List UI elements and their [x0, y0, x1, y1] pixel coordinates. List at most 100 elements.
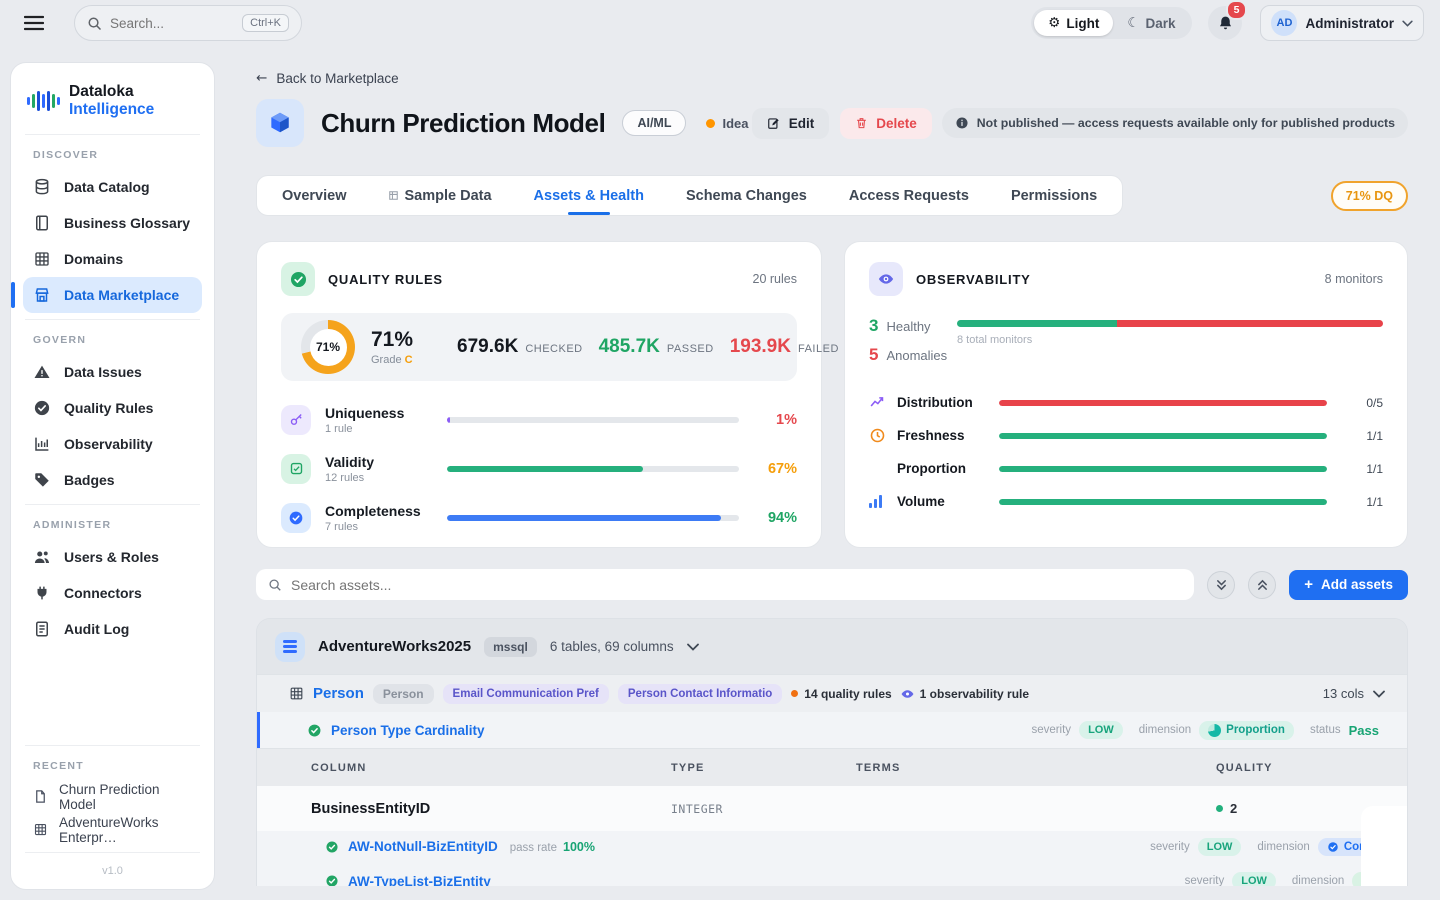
rule-name-link[interactable]: Person Type Cardinality	[331, 723, 485, 738]
dimension-pct: 67%	[757, 461, 797, 477]
sidebar-item-connectors[interactable]: Connectors	[23, 575, 202, 611]
sidebar-item-domains[interactable]: Domains	[23, 241, 202, 277]
column-rule-row[interactable]: AW-NotNull-BizEntityID pass rate 100% se…	[257, 831, 1407, 862]
tab-assets-health[interactable]: Assets & Health	[513, 176, 665, 215]
tab-access-requests[interactable]: Access Requests	[828, 176, 990, 215]
observability-card: OBSERVABILITY 8 monitors 3 Healthy 5 Ano…	[844, 241, 1408, 548]
user-menu[interactable]: AD Administrator	[1260, 5, 1424, 41]
theme-light-button[interactable]: ⚙ Light	[1034, 10, 1113, 36]
recent-item-label: AdventureWorks Enterpr…	[59, 815, 192, 845]
edit-button[interactable]: Edit	[752, 108, 830, 139]
expand-all-button[interactable]	[1207, 571, 1235, 599]
table-rule-row[interactable]: Person Type Cardinality severity LOW dim…	[257, 712, 1407, 748]
back-to-marketplace-link[interactable]: ← Back to Marketplace	[256, 70, 399, 86]
group-summary: 6 tables, 69 columns	[550, 639, 674, 654]
severity-badge: LOW	[1232, 872, 1276, 886]
sidebar-item-label: Domains	[64, 251, 123, 267]
sidebar-item-data-issues[interactable]: Data Issues	[23, 354, 202, 390]
sidebar-item-label: Data Issues	[64, 364, 142, 380]
quality-summary: 71% 71% Grade C 679.6K CHECKED 485.7K PA…	[281, 313, 797, 381]
term-pill[interactable]: Email Communication Pref	[443, 684, 609, 704]
status-dot	[706, 119, 715, 128]
rule-name-link[interactable]: AW-NotNull-BizEntityID	[348, 839, 498, 854]
asset-group-header[interactable]: AdventureWorks2025 mssql 6 tables, 69 co…	[257, 619, 1407, 674]
nav-section-title: ADMINISTER	[23, 515, 202, 539]
delete-button-label: Delete	[876, 116, 917, 131]
orange-dot	[791, 690, 798, 697]
status-value: Pass	[1349, 723, 1379, 738]
nav-section-discover: DISCOVER Data Catalog Business Glossary …	[11, 137, 214, 317]
tab-sample-data[interactable]: Sample Data	[368, 176, 513, 215]
app-logo[interactable]: Dataloka Intelligence	[11, 71, 214, 132]
dq-score-badge: 71% DQ	[1331, 181, 1408, 211]
tab-label: Assets & Health	[534, 188, 644, 204]
tab-label: Permissions	[1011, 188, 1097, 204]
quality-rules-info: 14 quality rules	[791, 687, 891, 701]
chevrons-up-icon	[1257, 579, 1268, 591]
sidebar-item-label: Users & Roles	[64, 549, 159, 565]
severity-badge: LOW	[1198, 838, 1242, 856]
sidebar-item-data-catalog[interactable]: Data Catalog	[23, 169, 202, 205]
monitor-ratio: 1/1	[1353, 429, 1383, 443]
table-name-link[interactable]: Person	[313, 685, 364, 702]
collapse-all-button[interactable]	[1248, 571, 1276, 599]
assets-search[interactable]	[256, 569, 1194, 600]
chevron-down-icon[interactable]	[687, 643, 699, 651]
rule-name-link[interactable]: AW-TypeList-BizEntity	[348, 874, 491, 887]
column-rule-row[interactable]: AW-TypeList-BizEntity severity LOW dimen…	[257, 862, 1407, 886]
dimension-rules: 12 rules	[325, 472, 447, 484]
tab-schema-changes[interactable]: Schema Changes	[665, 176, 828, 215]
recent-item-label: Churn Prediction Model	[59, 782, 192, 812]
observability-rule-info: 1 observability rule	[901, 687, 1029, 701]
tab-overview[interactable]: Overview	[261, 176, 368, 215]
recent-item-adventureworks[interactable]: AdventureWorks Enterpr…	[23, 813, 202, 846]
sidebar: Dataloka Intelligence DISCOVER Data Cata…	[10, 62, 215, 890]
database-icon	[275, 632, 305, 662]
tabs: Overview Sample Data Assets & Health Sch…	[256, 175, 1123, 216]
global-search-input[interactable]	[110, 16, 234, 31]
dq-grade: Grade C	[371, 354, 413, 366]
delete-button[interactable]: Delete	[840, 108, 932, 139]
column-type: INTEGER	[671, 802, 856, 816]
hamburger-menu-button[interactable]	[16, 5, 52, 41]
assets-search-input[interactable]	[291, 577, 1182, 593]
chevron-down-icon[interactable]	[1373, 690, 1385, 698]
edit-button-label: Edit	[789, 116, 815, 131]
warning-triangle-icon	[33, 363, 51, 381]
check-circle-icon	[325, 840, 339, 854]
sidebar-item-data-marketplace[interactable]: Data Marketplace	[23, 277, 202, 313]
trend-icon	[869, 394, 886, 411]
tab-label: Access Requests	[849, 188, 969, 204]
sidebar-item-users-roles[interactable]: Users & Roles	[23, 539, 202, 575]
monitor-name: Freshness	[897, 428, 999, 443]
assets-panel: AdventureWorks2025 mssql 6 tables, 69 co…	[256, 618, 1408, 886]
monitor-ratio: 1/1	[1353, 462, 1383, 476]
book-icon	[33, 214, 51, 232]
sidebar-item-label: Observability	[64, 436, 153, 452]
failed-stat: 193.9K FAILED	[730, 336, 839, 358]
tab-permissions[interactable]: Permissions	[990, 176, 1118, 215]
sidebar-item-quality-rules[interactable]: Quality Rules	[23, 390, 202, 426]
sidebar-item-business-glossary[interactable]: Business Glossary	[23, 205, 202, 241]
column-row-businessentityid[interactable]: BusinessEntityID INTEGER 2	[257, 786, 1407, 831]
notice-text: Not published — access requests availabl…	[977, 116, 1395, 130]
dimension-name: Completeness	[325, 503, 447, 519]
sidebar-item-badges[interactable]: Badges	[23, 462, 202, 498]
global-search[interactable]: Ctrl+K	[74, 5, 302, 41]
dimension-name: Uniqueness	[325, 405, 447, 421]
table-row-person[interactable]: Person Person Email Communication Pref P…	[257, 674, 1407, 712]
recent-item-churn-prediction-model[interactable]: Churn Prediction Model	[23, 780, 202, 813]
sidebar-item-observability[interactable]: Observability	[23, 426, 202, 462]
validity-progress-bar	[447, 466, 739, 472]
add-assets-button[interactable]: + Add assets	[1289, 570, 1408, 600]
sidebar-item-audit-log[interactable]: Audit Log	[23, 611, 202, 647]
active-indicator	[11, 282, 15, 308]
quality-card-title: QUALITY RULES	[328, 272, 443, 287]
nav-section-administer: ADMINISTER Users & Roles Connectors Audi…	[11, 507, 214, 651]
plus-icon: +	[1304, 576, 1313, 593]
engine-badge: mssql	[484, 637, 537, 657]
term-pill[interactable]: Person Contact Informatio	[618, 684, 782, 704]
theme-dark-button[interactable]: ☾ Dark	[1113, 10, 1189, 36]
avatar: AD	[1271, 10, 1297, 36]
proportion-bar	[999, 466, 1327, 472]
